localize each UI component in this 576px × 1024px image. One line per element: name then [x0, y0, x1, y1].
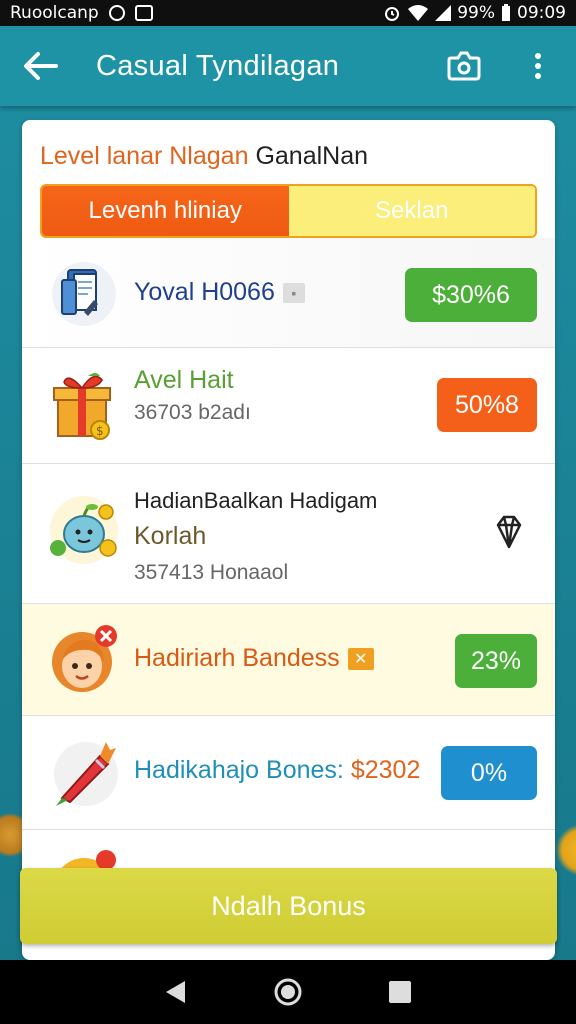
diamond-icon — [496, 515, 522, 549]
carrot-icon — [54, 742, 118, 806]
nav-home-button[interactable] — [266, 970, 310, 1014]
status-bar: Ruoolcanp 99% 09:09 — [0, 0, 576, 26]
bonus-value: 23% — [470, 646, 522, 675]
list-item[interactable]: Hadikahajo Bones: $2302 0% — [22, 716, 555, 830]
claim-bonus-button[interactable]: Ndalh Bonus — [20, 868, 557, 944]
camera-icon — [447, 51, 481, 81]
signal-icon — [435, 5, 452, 21]
girl-avatar-icon — [52, 625, 117, 692]
row-subtitle: 357413 Honaaol — [134, 561, 289, 584]
bonus-value: 50%8 — [455, 390, 519, 419]
bonus-value-button[interactable]: 0% — [441, 746, 537, 800]
battery-icon — [502, 4, 510, 21]
book-icon — [52, 262, 116, 326]
bonus-value-button[interactable]: 50%8 — [437, 378, 537, 432]
notification-icon — [108, 5, 125, 21]
row-title: Avel Hait — [134, 366, 234, 394]
row-title: HadianBaalkan Hadigam — [134, 488, 378, 513]
alarm-icon — [385, 7, 400, 21]
row-title: Hadiriarh Bandess — [134, 644, 340, 672]
bonus-card: Level lanar Nlagan GanalNan Levenh hlini… — [22, 120, 555, 960]
more-vert-icon — [535, 53, 541, 79]
camera-button[interactable] — [444, 46, 484, 86]
tab-bar: Levenh hliniay Seklan — [40, 184, 537, 238]
bonus-value-button[interactable]: $30%6 — [405, 268, 537, 322]
row-title-accent: $2302 — [350, 756, 421, 784]
close-badge-icon: ✕ — [347, 648, 374, 671]
decoration-left — [0, 790, 24, 880]
card-title: Level lanar Nlagan GanalNan — [40, 142, 368, 171]
more-options-button[interactable] — [518, 46, 558, 86]
nav-home-icon — [274, 978, 302, 1006]
back-button[interactable] — [18, 44, 62, 88]
list-item[interactable]: $ Avel Hait 36703 b2adı 50%8 — [22, 348, 555, 464]
list-item[interactable]: Hadiriarh Bandess ✕ 23% — [22, 604, 555, 716]
battery-level: 99% — [457, 3, 495, 23]
card-title-rest: GanalNan — [255, 142, 369, 170]
image-notification-icon — [134, 5, 153, 21]
row-subtitle: 36703 b2adı — [134, 401, 251, 424]
card-title-highlight: Level lanar Nlagan — [40, 142, 249, 170]
gift-box-icon: $ — [53, 373, 111, 440]
wifi-icon — [408, 5, 429, 21]
navigation-bar — [0, 960, 576, 1024]
tab-level[interactable]: Levenh hliniay — [42, 186, 289, 236]
back-arrow-icon — [24, 52, 58, 80]
list-item[interactable]: Yoval H0066 ▪ $30%6 — [22, 238, 555, 348]
bonus-value-button[interactable]: 23% — [455, 634, 537, 688]
app-bar: Casual Tyndilagan — [0, 26, 576, 106]
app-title: Casual Tyndilagan — [96, 49, 340, 82]
tab-seklan[interactable]: Seklan — [288, 186, 535, 236]
nav-recents-button[interactable] — [378, 970, 422, 1014]
row-title: Hadikahajo Bones: — [134, 756, 344, 784]
bonus-value: $30%6 — [432, 280, 510, 309]
bonus-list: Yoval H0066 ▪ $30%6 $ Avel Hait 36703 b2a… — [22, 238, 555, 918]
nav-back-icon — [166, 981, 185, 1003]
diamond-button[interactable] — [489, 512, 529, 552]
nav-back-button[interactable] — [154, 970, 198, 1014]
status-carrier: Ruoolcanp — [10, 3, 99, 23]
status-time: 09:09 — [517, 3, 566, 23]
list-item[interactable]: HadianBaalkan Hadigam Korlah 357413 Hona… — [22, 464, 555, 604]
nav-recents-icon — [389, 981, 411, 1003]
document-icon: ▪ — [282, 283, 305, 304]
fruit-character-icon — [50, 496, 118, 564]
svg-text:$: $ — [96, 424, 104, 438]
row-title-secondary: Korlah — [134, 522, 207, 550]
row-title: Yoval H0066 — [134, 278, 275, 306]
bonus-value: 0% — [470, 758, 508, 787]
